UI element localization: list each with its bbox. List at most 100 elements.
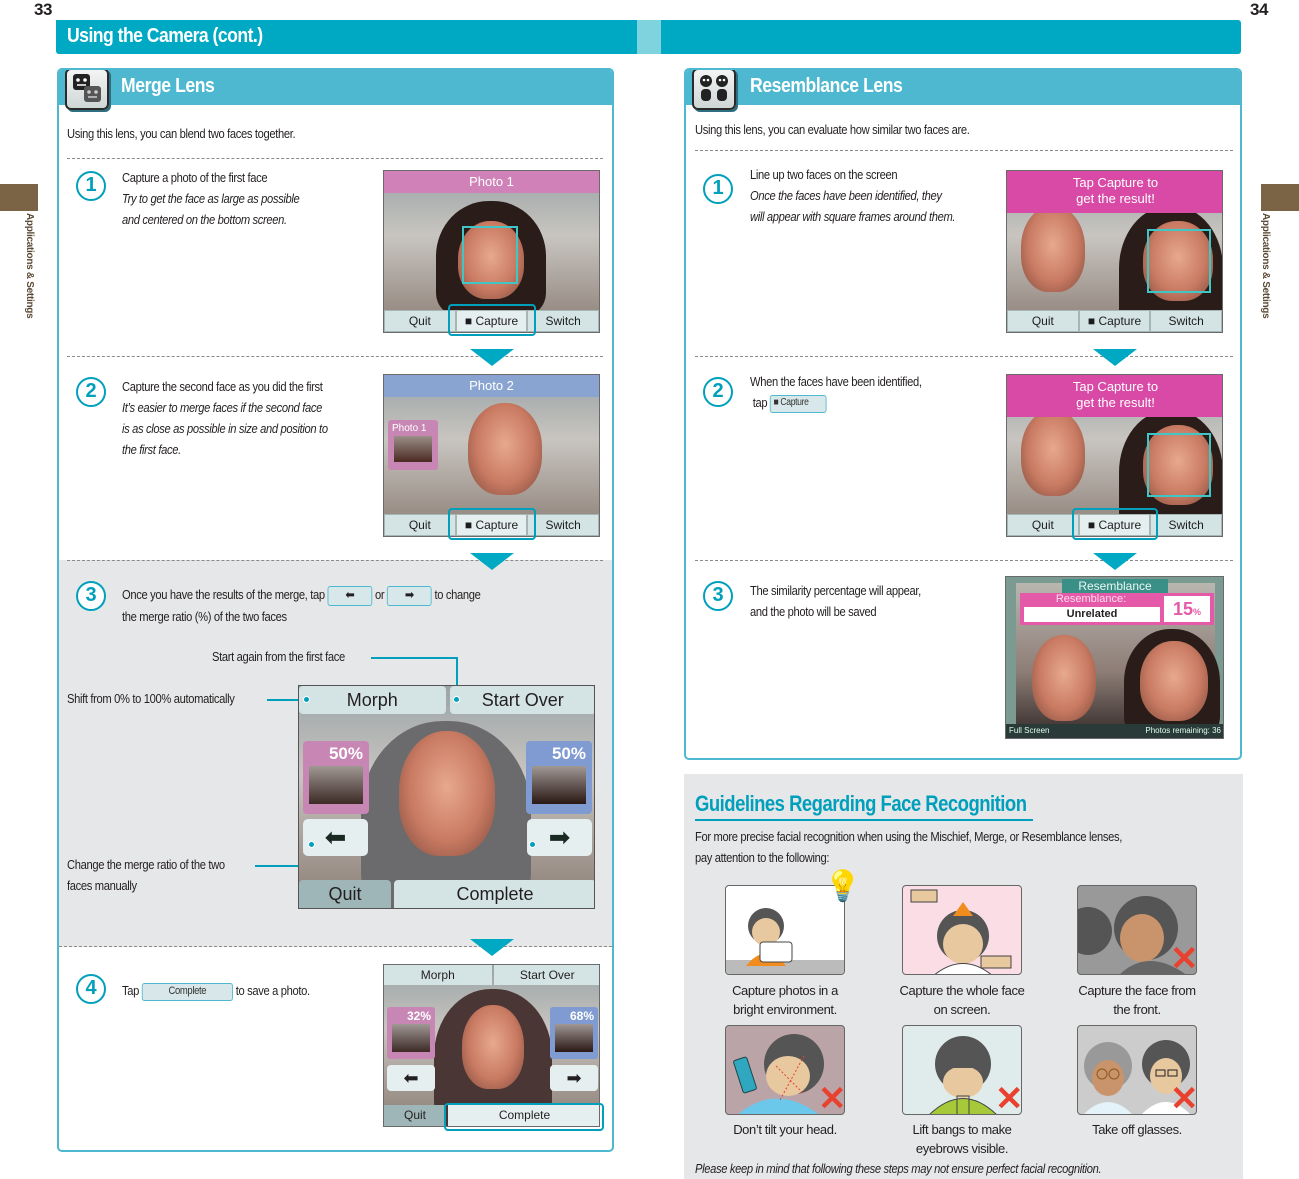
step-title: Capture the second face as you did the f… xyxy=(122,379,323,394)
complete-inline-button[interactable]: Complete xyxy=(141,982,233,1001)
arrow-right-button[interactable]: ➡ xyxy=(550,1065,598,1091)
resemblance-step3-text: The similarity percentage will appear, a… xyxy=(750,583,921,619)
step-number-3: 3 xyxy=(703,581,733,611)
step-number-1: 1 xyxy=(703,174,733,204)
complete-button[interactable]: Complete xyxy=(394,880,594,908)
merge-lens-icon xyxy=(65,70,109,110)
guidelines-intro: For more precise facial recognition when… xyxy=(695,829,1123,865)
x-mark-icon: ✕ xyxy=(818,1080,845,1115)
right-face-ratio: 50% xyxy=(526,741,592,814)
divider xyxy=(67,158,603,159)
result-header: Resemblance xyxy=(1062,579,1168,593)
quit-button[interactable]: Quit xyxy=(384,514,456,536)
face-frame xyxy=(1147,229,1211,293)
screen-banner: Tap Capture to get the result! xyxy=(1007,171,1222,213)
switch-button[interactable]: Switch xyxy=(527,514,599,536)
screen-banner: Photo 2 xyxy=(384,375,599,397)
merge-step2-text: Capture the second face as you did the f… xyxy=(122,376,328,460)
left-face-ratio: 50% xyxy=(303,741,369,814)
quit-button[interactable]: Quit xyxy=(384,1105,446,1126)
light-bulb-icon: 💡 xyxy=(824,870,862,903)
x-mark-icon: ✕ xyxy=(1170,1080,1197,1115)
arrow-right-button[interactable]: ➡ xyxy=(387,585,432,606)
illustration-lift-bangs: ✕ xyxy=(902,1025,1022,1115)
switch-button[interactable]: Switch xyxy=(527,310,599,332)
page-number-right: 34 xyxy=(1250,0,1268,19)
start-over-button[interactable]: Start Over xyxy=(493,965,599,985)
divider xyxy=(59,946,612,947)
switch-button[interactable]: Switch xyxy=(1150,310,1222,332)
face-photo xyxy=(468,403,542,495)
left-face-ratio: 32% xyxy=(387,1007,435,1059)
face-frame xyxy=(1147,433,1211,497)
merge-lens-title: Merge Lens xyxy=(121,75,215,97)
screen-banner: Photo 1 xyxy=(384,171,599,193)
step-number-4: 4 xyxy=(76,974,106,1004)
resemblance-result-screen: Resemblance Resemblance: Unrelated 15% F… xyxy=(1005,576,1224,739)
quit-button[interactable]: Quit xyxy=(1007,310,1079,332)
step-note: the first face. xyxy=(122,442,181,457)
face-photo-left xyxy=(1021,206,1085,292)
screen-buttons: Quit ■ Capture Switch xyxy=(1007,310,1222,332)
resemblance-lens-icon xyxy=(692,70,736,110)
full-screen-label[interactable]: Full Screen xyxy=(1006,726,1049,735)
capture-button[interactable]: ■ Capture xyxy=(1078,310,1151,332)
resemblance-intro: Using this lens, you can evaluate how si… xyxy=(695,122,970,137)
screen-banner: Tap Capture to get the result! xyxy=(1007,375,1222,417)
quit-button[interactable]: Quit xyxy=(1007,514,1079,536)
capture-highlight xyxy=(448,508,536,540)
guideline-caption: Don’t tilt your head. xyxy=(733,1122,837,1137)
guideline-caption: Take off glasses. xyxy=(1092,1122,1182,1137)
step-note: It’s easier to merge faces if the second… xyxy=(122,400,322,415)
callout-morph: Shift from 0% to 100% automatically xyxy=(67,691,235,706)
bottom-buttons: Quit Complete xyxy=(299,880,594,908)
result-box: Resemblance: Unrelated 15% xyxy=(1020,593,1214,625)
capture-inline-button[interactable]: ■ Capture xyxy=(770,394,827,413)
guideline-caption: Capture photos in a bright environment. xyxy=(732,983,838,1017)
quit-button[interactable]: Quit xyxy=(299,880,391,908)
arrow-down-icon xyxy=(470,553,514,570)
merge-step4-text: Tap Complete to save a photo. xyxy=(122,980,310,1001)
step-note: Try to get the face as large as possible xyxy=(122,191,300,206)
complete-highlight xyxy=(444,1103,604,1131)
side-label-right: Applications & Settings xyxy=(1260,213,1271,319)
step-note: and centered on the bottom screen. xyxy=(122,212,287,227)
callout-manual: Change the merge ratio of the two faces … xyxy=(67,857,225,893)
divider xyxy=(695,356,1233,357)
step-number-3: 3 xyxy=(76,581,106,611)
resemblance-percent: 15% xyxy=(1164,596,1210,622)
resemblance-screen-1: Tap Capture to get the result! Quit ■ Ca… xyxy=(1006,170,1223,333)
capture-highlight xyxy=(448,304,536,336)
arrow-left-button[interactable]: ⬅ xyxy=(303,819,368,856)
morph-button[interactable]: Morph xyxy=(384,965,492,985)
merge-lens-panel: Merge Lens Using this lens, you can blen… xyxy=(57,68,614,1152)
arrow-right-button[interactable]: ➡ xyxy=(527,819,592,856)
resemblance-lens-title: Resemblance Lens xyxy=(750,75,903,97)
arrow-left-button[interactable]: ⬅ xyxy=(327,585,373,606)
start-over-button[interactable]: Start Over xyxy=(449,686,594,714)
side-tab-left xyxy=(0,184,38,211)
resemblance-lens-panel: Resemblance Lens Using this lens, you ca… xyxy=(684,68,1242,760)
section-title: Using the Camera (cont.) xyxy=(67,25,263,47)
verdict: Unrelated xyxy=(1024,607,1160,622)
resemblance-step2-text: When the faces have been identified, tap… xyxy=(750,371,922,413)
photo1-thumbnail: Photo 1 xyxy=(388,420,438,470)
divider xyxy=(67,560,603,561)
step-number-1: 1 xyxy=(76,171,106,201)
page-number-left: 33 xyxy=(34,0,52,19)
switch-button[interactable]: Switch xyxy=(1150,514,1222,536)
arrow-left-button[interactable]: ⬅ xyxy=(387,1065,435,1091)
step-note: Once the faces have been identified, the… xyxy=(750,188,942,203)
face-frame xyxy=(462,226,518,284)
guideline-caption: Capture the whole face on screen. xyxy=(899,983,1025,1017)
morph-button[interactable]: Morph xyxy=(299,686,446,714)
merged-face xyxy=(462,1005,524,1089)
merge-intro: Using this lens, you can blend two faces… xyxy=(67,126,296,141)
merged-face xyxy=(399,731,495,856)
quit-button[interactable]: Quit xyxy=(384,310,456,332)
face-photo-left xyxy=(1021,410,1085,496)
result-footer: Full Screen Photos remaining: 36 xyxy=(1006,724,1223,738)
guidelines-note: Please keep in mind that following these… xyxy=(695,1161,1102,1176)
header-divider xyxy=(637,20,661,54)
face-photo-left xyxy=(1032,635,1096,721)
